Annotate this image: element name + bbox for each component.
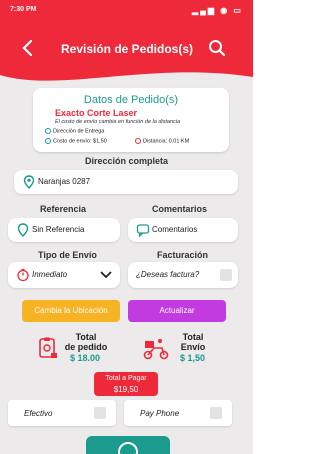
distance-icon: [135, 138, 141, 144]
order-details-title: Datos de Pedido(s): [83, 94, 179, 106]
shipping-type-select[interactable]: Inmediato: [8, 262, 120, 288]
order-total-label-line1: Total: [75, 332, 97, 342]
order-clipboard-icon: [39, 337, 57, 358]
grand-total-label: Total a Pagar: [105, 375, 147, 382]
location-pin-icon: [45, 128, 51, 134]
delivery-address-label: Dirección de Entrega: [53, 128, 105, 135]
delivery-scooter-icon: [143, 339, 169, 360]
chevron-down-icon: [100, 271, 112, 279]
header-bar: 7:30 PM ▂▄▆ ◉ ▭ Revisión de Pedidos(s): [0, 0, 253, 87]
shipping-total-label-line2: Envío: [180, 342, 206, 352]
location-pin-icon: [17, 223, 29, 237]
timer-icon: [17, 268, 29, 282]
confirm-circle-icon: [118, 442, 138, 454]
billing-value: ¿Deseas factura?: [136, 270, 200, 279]
comment-bubble-icon: [136, 224, 150, 237]
signal-wifi-battery-icon: ▂▄▆ ◉ ▭: [192, 6, 243, 15]
distance-value: Distancia: 0.01 KM: [143, 138, 190, 145]
payment-cash-label: Efectivo: [24, 409, 53, 418]
back-arrow-icon: [22, 39, 33, 57]
page-title: Revisión de Pedidos(s): [60, 42, 194, 56]
address-value: Naranjas 0287: [38, 177, 91, 186]
search-icon: [209, 40, 226, 57]
shipping-total-label: Total Envío: [176, 332, 210, 352]
search-button[interactable]: [207, 38, 227, 58]
shipping-type-label: Tipo de Envío: [38, 250, 97, 260]
delivery-address-row: Dirección de Entrega: [45, 128, 104, 134]
shipping-cost: Costo de envío: $1,50: [53, 138, 107, 145]
back-button[interactable]: [18, 38, 38, 58]
shipping-type-value: Inmediato: [32, 270, 68, 279]
location-pin-icon: [23, 175, 35, 189]
shipping-total-label-line1: Total: [182, 332, 204, 342]
billing-checkbox[interactable]: [220, 269, 232, 281]
reference-value: Sin Referencia: [32, 225, 85, 234]
comments-value: Comentarios: [152, 225, 198, 234]
coin-icon: [45, 138, 51, 144]
distance-row: Distancia: 0.01 KM: [135, 138, 189, 144]
comments-label: Comentarios: [152, 204, 208, 214]
shipping-note: El costo de envío cambia en función de l…: [55, 119, 181, 125]
shipping-total-value: $ 1,50: [180, 353, 206, 363]
payment-cash-checkbox[interactable]: [94, 407, 106, 419]
reference-field[interactable]: Sin Referencia: [8, 218, 120, 242]
confirm-order-button[interactable]: [86, 436, 170, 454]
shipping-cost-row: Costo de envío: $1,50: [45, 138, 107, 144]
order-total-value: $ 18.00: [70, 353, 101, 363]
order-total-label-line2: de pedido: [64, 342, 108, 352]
status-bar: 7:30 PM ▂▄▆ ◉ ▭: [10, 6, 243, 18]
payment-cash-option[interactable]: Efectivo: [8, 400, 116, 426]
header-wave: [0, 72, 253, 87]
reference-label: Referencia: [40, 204, 87, 214]
status-time: 7:30 PM: [10, 6, 37, 13]
grand-total-badge: Total a Pagar $19,50: [94, 372, 158, 396]
change-location-button[interactable]: Cambia la Ubicación: [22, 300, 120, 322]
address-label: Dirección completa: [84, 156, 169, 166]
billing-field[interactable]: ¿Deseas factura?: [128, 262, 238, 288]
order-review-screen: 7:30 PM ▂▄▆ ◉ ▭ Revisión de Pedidos(s) D…: [0, 0, 253, 454]
grand-total-value: $19,50: [113, 385, 139, 394]
billing-label: Facturación: [157, 250, 209, 260]
order-total-label: Total de pedido: [64, 332, 108, 352]
payment-payphone-label: Pay Phone: [140, 409, 180, 418]
address-field[interactable]: Naranjas 0287: [14, 170, 238, 194]
store-name: Exacto Corte Laser: [55, 108, 138, 118]
order-details-card: Datos de Pedido(s) Exacto Corte Laser El…: [33, 88, 229, 152]
comments-field[interactable]: Comentarios: [128, 218, 238, 242]
payment-payphone-option[interactable]: Pay Phone: [124, 400, 232, 426]
update-button[interactable]: Actualizar: [128, 300, 226, 322]
payment-payphone-checkbox[interactable]: [210, 407, 222, 419]
